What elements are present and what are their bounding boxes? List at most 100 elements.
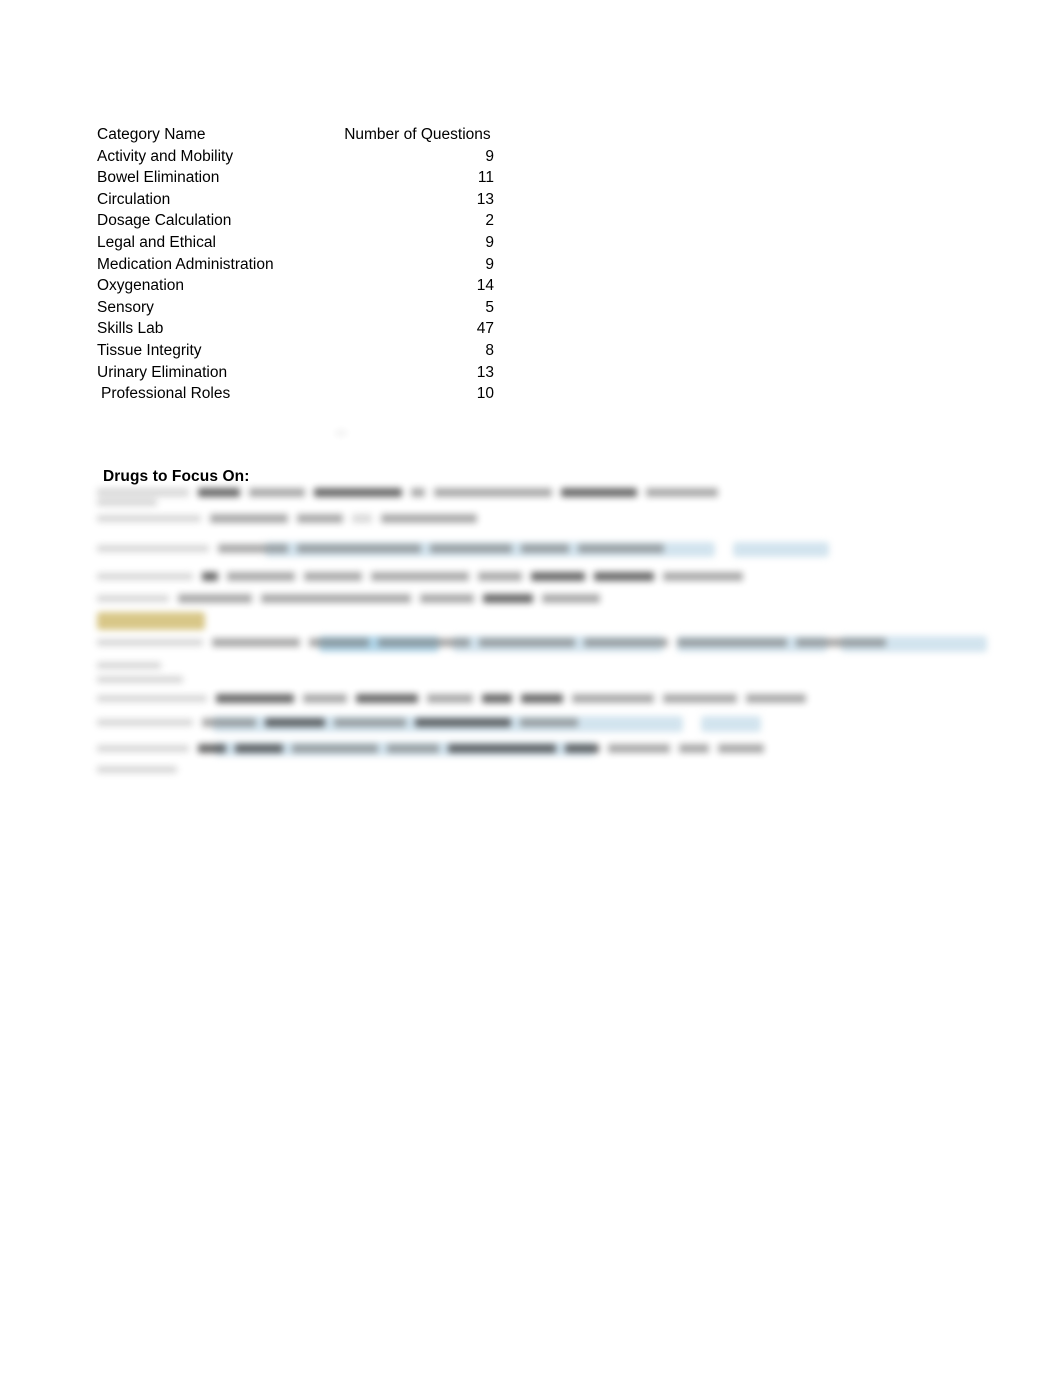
- table-row: Sensory 5: [97, 297, 497, 319]
- table-body: Activity and Mobility 9 Bowel Elimination 1…: [97, 146, 497, 405]
- redacted-word: [371, 572, 469, 581]
- redacted-word: [261, 594, 411, 603]
- redacted-word: [198, 488, 240, 497]
- table-row: Legal and Ethical 9: [97, 232, 497, 254]
- redacted-word: [434, 488, 552, 497]
- table-row: Professional Roles 10: [97, 383, 497, 405]
- table-row: Circulation 13: [97, 189, 497, 211]
- redacted-word: [594, 572, 654, 581]
- table-row: Medication Administration 9: [97, 254, 497, 276]
- redacted-line: [97, 488, 718, 497]
- cell-category-name: Legal and Ethical: [97, 233, 216, 251]
- redacted-word: [679, 744, 709, 753]
- redacted-line: [97, 499, 157, 506]
- cell-category-name: Activity and Mobility: [97, 147, 234, 165]
- redacted-word: [97, 573, 193, 580]
- cell-category-name: Circulation: [97, 190, 171, 208]
- redacted-word: [542, 594, 600, 603]
- redacted-word: [309, 638, 369, 647]
- redacted-line: [97, 572, 743, 581]
- blue-highlight: [701, 716, 761, 732]
- redacted-line: [97, 544, 664, 553]
- redacted-word: [97, 499, 157, 506]
- table-header-row: Category Name Number of Questions: [97, 124, 497, 146]
- redacted-word: [97, 662, 161, 669]
- redacted-word: [227, 572, 295, 581]
- redacted-word: [483, 594, 533, 603]
- redacted-word: [381, 514, 477, 523]
- redacted-word: [249, 488, 305, 497]
- cell-question-count: 9: [485, 233, 494, 251]
- redacted-word: [210, 514, 288, 523]
- drugs-to-focus-on-heading: Drugs to Focus On:: [103, 468, 250, 485]
- cell-category-name: Oxygenation: [97, 277, 185, 295]
- redacted-word: [235, 744, 283, 753]
- redacted-word: [97, 595, 169, 602]
- redacted-word: [663, 572, 743, 581]
- redacted-drug-list-content: [97, 486, 997, 784]
- cell-question-count: 13: [476, 190, 494, 208]
- redacted-word: [578, 544, 664, 553]
- redacted-word: [378, 638, 470, 647]
- redacted-word: [415, 718, 511, 727]
- redacted-word: [411, 488, 425, 497]
- table-row: Oxygenation 14: [97, 275, 497, 297]
- cell-category-name: Professional Roles: [101, 385, 231, 403]
- table-row: Skills Lab 47: [97, 318, 497, 340]
- redacted-word: [479, 638, 575, 647]
- cell-question-count: 11: [477, 169, 494, 187]
- redacted-word: [572, 694, 654, 703]
- redacted-word: [202, 572, 218, 581]
- redacted-word: [97, 695, 207, 702]
- redacted-word: [97, 639, 203, 646]
- redacted-word: [482, 694, 512, 703]
- cell-category-name: Bowel Elimination: [97, 169, 220, 187]
- redacted-word: [387, 744, 439, 753]
- redacted-word: [663, 694, 737, 703]
- redacted-line: [97, 594, 600, 603]
- question-category-table: Category Name Number of Questions Activi…: [97, 124, 497, 405]
- redacted-word: [304, 572, 362, 581]
- table-row: Urinary Elimination 13: [97, 362, 497, 384]
- redacted-word: [97, 545, 209, 552]
- redacted-line: [97, 694, 806, 703]
- cell-question-count: 9: [485, 255, 494, 273]
- redacted-line: [97, 638, 886, 647]
- redacted-line: [97, 718, 578, 727]
- redacted-word: [796, 638, 886, 647]
- redacted-word: [97, 515, 201, 522]
- redacted-word: [521, 694, 563, 703]
- redacted-word: [608, 744, 670, 753]
- redacted-word: [565, 744, 599, 753]
- document-page: Category Name Number of Questions Activi…: [0, 0, 1062, 1377]
- redacted-word: [314, 488, 402, 497]
- redacted-word: [97, 488, 189, 497]
- redacted-word: [520, 718, 578, 727]
- yellow-highlight: [97, 612, 205, 630]
- redacted-word: [677, 638, 787, 647]
- redacted-word: [521, 544, 569, 553]
- redacted-word: [297, 514, 343, 523]
- redacted-word: [303, 694, 347, 703]
- table-row: Bowel Elimination 11: [97, 167, 497, 189]
- redacted-word: [646, 488, 718, 497]
- redacted-word: [178, 594, 252, 603]
- redacted-word: [584, 638, 668, 647]
- redacted-word: [97, 676, 183, 683]
- cell-question-count: 8: [485, 341, 494, 359]
- redacted-word: [212, 638, 300, 647]
- redacted-word: [97, 719, 193, 726]
- redacted-word: [478, 572, 522, 581]
- redacted-word: [420, 594, 474, 603]
- redacted-word: [218, 544, 288, 553]
- blue-highlight: [733, 542, 829, 557]
- redacted-line: [97, 744, 764, 753]
- cell-category-name: Sensory: [97, 298, 154, 316]
- column-header-category-name: Category Name: [97, 126, 206, 143]
- redacted-word: [352, 514, 372, 523]
- table-row: Tissue Integrity 8: [97, 340, 497, 362]
- redacted-word: [216, 694, 294, 703]
- redacted-word: [448, 744, 556, 753]
- redacted-line: [97, 514, 477, 523]
- redacted-word: [427, 694, 473, 703]
